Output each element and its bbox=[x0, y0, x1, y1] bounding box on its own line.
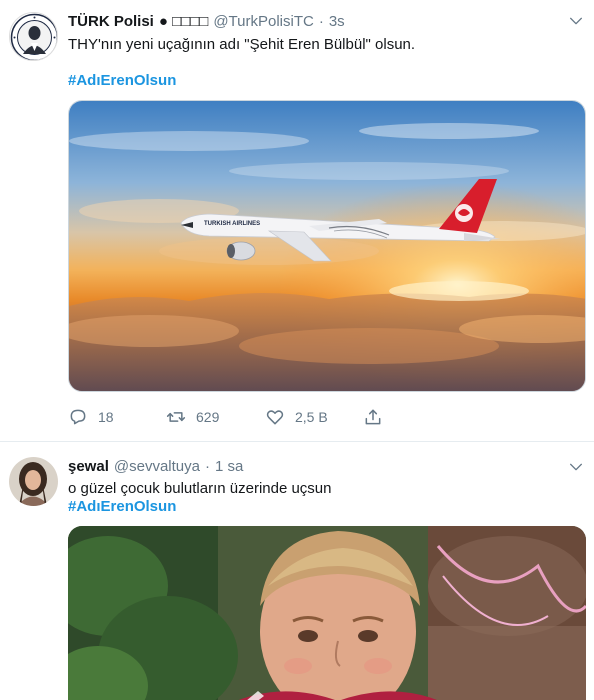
avatar[interactable] bbox=[9, 457, 58, 506]
tweet-actions: 18 629 2,5 B bbox=[68, 405, 398, 429]
tweet-text: THY'nın yeni uçağının adı "Şehit Eren Bü… bbox=[68, 36, 416, 53]
police-emblem-avatar bbox=[10, 13, 57, 60]
boy-photo-image bbox=[68, 526, 586, 700]
reply-button[interactable]: 18 bbox=[68, 405, 114, 429]
display-name[interactable]: TÜRK Polisi bbox=[68, 13, 154, 30]
user-photo-avatar bbox=[9, 457, 58, 506]
like-count: 2,5 B bbox=[295, 409, 328, 425]
user-handle[interactable]: @sevvaltuya bbox=[114, 458, 200, 475]
like-icon bbox=[266, 410, 284, 425]
account-badge: ● □□□□ bbox=[158, 12, 209, 30]
chevron-down-icon[interactable] bbox=[568, 459, 584, 475]
hashtag-link[interactable]: #AdıErenOlsun bbox=[68, 71, 176, 91]
retweet-button[interactable]: 629 bbox=[166, 405, 219, 429]
tweet-header: şewal @sevvaltuya · 1 sa bbox=[68, 456, 243, 476]
airplane-sunset-image: TURKISH AIRLINES bbox=[69, 101, 585, 391]
retweet-count: 629 bbox=[196, 409, 220, 425]
retweet-icon bbox=[166, 412, 186, 422]
like-button[interactable]: 2,5 B bbox=[265, 405, 328, 429]
avatar[interactable] bbox=[9, 12, 58, 61]
separator-dot: · bbox=[318, 12, 324, 30]
hashtag-link[interactable]: #AdıErenOlsun bbox=[68, 497, 176, 517]
separator-dot: · bbox=[204, 457, 210, 475]
user-handle[interactable]: @TurkPolisiTC bbox=[213, 13, 314, 30]
tweet-text: o güzel çocuk bulutların üzerinde uçsun bbox=[68, 480, 332, 497]
tweet-header: TÜRK Polisi ● □□□□ @TurkPolisiTC · 3s bbox=[68, 11, 345, 31]
timestamp[interactable]: 1 sa bbox=[215, 458, 243, 475]
tweet-image-airplane[interactable]: TURKISH AIRLINES bbox=[68, 100, 586, 392]
display-name[interactable]: şewal bbox=[68, 458, 109, 475]
chevron-down-icon[interactable] bbox=[568, 13, 584, 29]
reply-icon bbox=[70, 409, 86, 425]
reply-count: 18 bbox=[98, 409, 114, 425]
share-button[interactable] bbox=[363, 405, 383, 429]
timestamp[interactable]: 3s bbox=[329, 13, 345, 30]
tweet-image-boy[interactable] bbox=[68, 526, 586, 700]
airline-label: TURKISH AIRLINES bbox=[204, 221, 260, 227]
share-icon bbox=[365, 409, 381, 425]
